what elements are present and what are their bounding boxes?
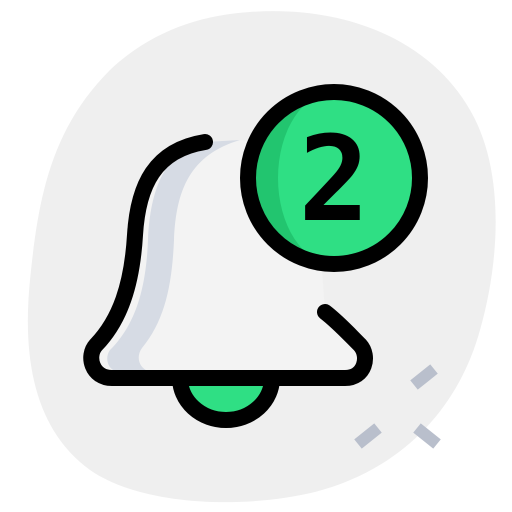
notification-icon-canvas: 2 (0, 0, 512, 512)
badge-count: 2 (298, 110, 369, 248)
notification-bell-icon: 2 (27, 11, 496, 503)
